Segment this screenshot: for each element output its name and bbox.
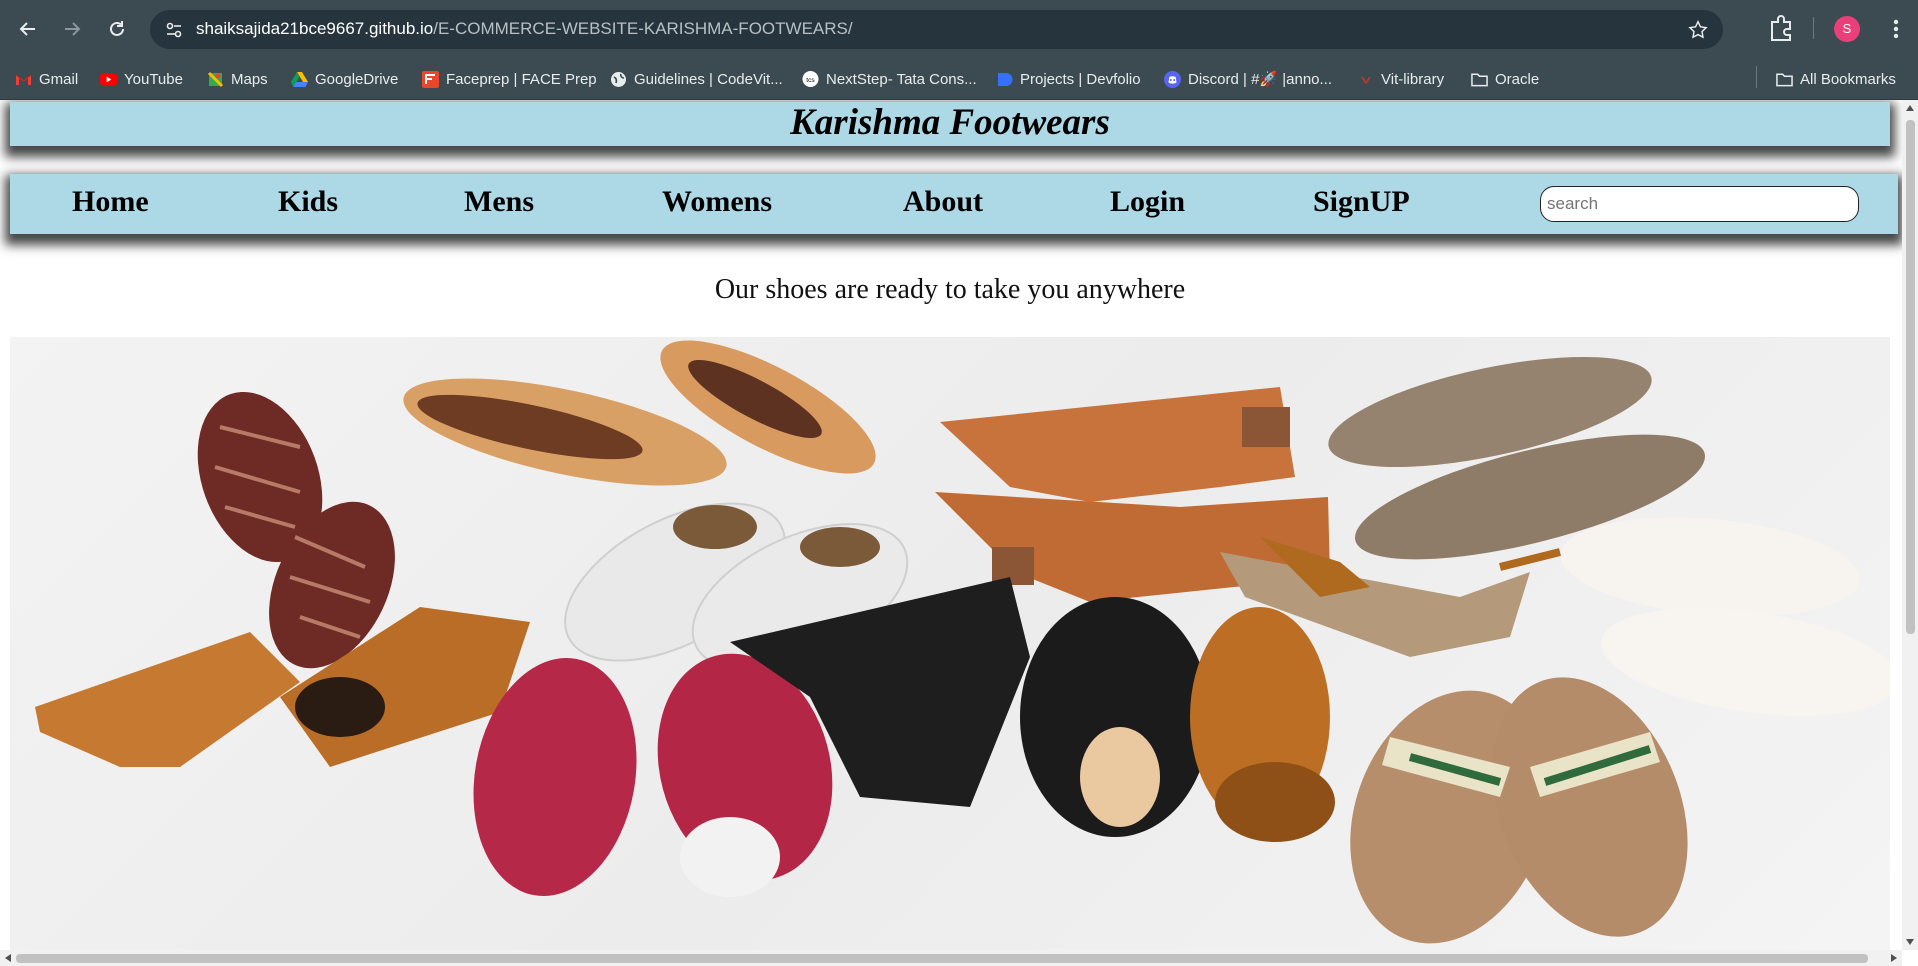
address-bar[interactable]: shaiksajida21bce9667.github.io/E-COMMERC… — [150, 10, 1723, 49]
bookmark-label: Guidelines | CodeVit... — [634, 70, 783, 88]
vit-icon — [1357, 71, 1374, 88]
toolbar-separator — [1813, 17, 1814, 39]
bookmark-discord[interactable]: Discord | #🚀 |anno... — [1164, 58, 1332, 100]
bookmark-guidelines[interactable]: Guidelines | CodeVit... — [610, 58, 783, 100]
folder-icon — [1471, 71, 1488, 88]
bookmark-nextstep[interactable]: tcs NextStep- Tata Cons... — [802, 58, 977, 100]
bookmark-label: Oracle — [1495, 70, 1540, 88]
svg-text:tcs: tcs — [806, 77, 815, 84]
tagline: Our shoes are ready to take you anywhere — [714, 274, 1186, 305]
all-bookmarks-button[interactable]: All Bookmarks — [1776, 58, 1896, 100]
shoes-illustration — [35, 340, 1890, 944]
nav-login[interactable]: Login — [1110, 182, 1185, 222]
nav-kids[interactable]: Kids — [278, 182, 338, 222]
bookmark-star-icon[interactable] — [1687, 19, 1709, 41]
reload-button[interactable] — [102, 14, 132, 44]
menu-kebab-icon[interactable] — [1884, 15, 1908, 43]
scroll-up-arrow-icon[interactable] — [1902, 100, 1918, 116]
site-title: Karishma Footwears — [790, 102, 1110, 143]
extensions-puzzle-icon[interactable] — [1768, 14, 1794, 42]
profile-avatar[interactable]: S — [1834, 16, 1860, 42]
site-info-icon[interactable] — [164, 20, 184, 40]
google-drive-icon — [291, 71, 308, 88]
nav-about[interactable]: About — [903, 182, 983, 222]
sandals-tan-bow — [1190, 607, 1335, 842]
devfolio-icon — [996, 71, 1013, 88]
slides-woven — [1350, 677, 1688, 944]
tcs-icon: tcs — [802, 70, 819, 88]
bookmark-label: GoogleDrive — [315, 70, 399, 88]
bookmark-youtube[interactable]: YouTube — [100, 58, 183, 100]
forward-arrow-icon — [65, 22, 81, 36]
heels-tan — [403, 340, 876, 486]
main-nav: Home Kids Mens Womens About Login SignUP — [10, 174, 1898, 234]
bookmark-oracle[interactable]: Oracle — [1471, 58, 1539, 100]
hero-image — [10, 337, 1890, 950]
nav-mens[interactable]: Mens — [464, 182, 534, 222]
reload-icon — [110, 21, 124, 36]
bookmark-faceprep[interactable]: Faceprep | FACE Prep — [422, 58, 597, 100]
youtube-icon — [100, 71, 117, 88]
url-text[interactable]: shaiksajida21bce9667.github.io/E-COMMERC… — [196, 19, 853, 39]
vertical-scroll-thumb[interactable] — [1906, 120, 1915, 634]
forward-button[interactable] — [57, 14, 87, 44]
nav-home[interactable]: Home — [72, 182, 149, 222]
bookmark-label: Projects | Devfolio — [1020, 70, 1141, 88]
browser-toolbar: shaiksajida21bce9667.github.io/E-COMMERC… — [0, 0, 1918, 58]
back-button[interactable] — [13, 14, 43, 44]
url-path: /E-COMMERCE-WEBSITE-KARISHMA-FOOTWEARS/ — [433, 19, 853, 38]
nav-signup[interactable]: SignUP — [1313, 182, 1410, 222]
bookmark-label: Faceprep | FACE Prep — [446, 70, 597, 88]
maps-icon — [207, 71, 224, 88]
bookmark-label: Vit-library — [1381, 70, 1445, 88]
horizontal-scroll-thumb[interactable] — [16, 954, 1868, 963]
bookmarks-separator — [1756, 66, 1757, 88]
scroll-left-arrow-icon[interactable] — [0, 950, 16, 966]
bookmark-label: Gmail — [39, 70, 79, 88]
horizontal-scrollbar[interactable] — [0, 950, 1902, 966]
nav-womens[interactable]: Womens — [662, 182, 772, 222]
bookmarks-bar: Gmail YouTube Maps GoogleDrive Faceprep … — [0, 58, 1918, 100]
faceprep-icon — [422, 70, 439, 88]
vertical-scrollbar[interactable] — [1902, 100, 1918, 950]
bookmark-label: YouTube — [124, 70, 183, 88]
bookmark-vit-library[interactable]: Vit-library — [1357, 58, 1444, 100]
gmail-icon — [15, 71, 32, 88]
bookmark-maps[interactable]: Maps — [207, 58, 268, 100]
scroll-down-arrow-icon[interactable] — [1902, 934, 1918, 950]
bookmark-label: Maps — [231, 70, 268, 88]
url-host: shaiksajida21bce9667.github.io — [196, 19, 434, 38]
bookmark-google-drive[interactable]: GoogleDrive — [291, 58, 398, 100]
search-input[interactable] — [1540, 186, 1859, 222]
site-header: Karishma Footwears — [10, 102, 1890, 146]
globe-icon — [610, 71, 627, 88]
folder-icon — [1776, 71, 1793, 88]
page-viewport: Karishma Footwears Home Kids Mens Womens… — [0, 100, 1902, 950]
bookmark-gmail[interactable]: Gmail — [15, 58, 78, 100]
bookmark-label: Discord | #🚀 |anno... — [1188, 71, 1333, 88]
all-bookmarks-label: All Bookmarks — [1800, 70, 1896, 88]
bookmark-devfolio[interactable]: Projects | Devfolio — [996, 58, 1141, 100]
discord-icon — [1164, 70, 1181, 88]
scroll-right-arrow-icon[interactable] — [1886, 950, 1902, 966]
back-arrow-icon — [19, 22, 35, 36]
bookmark-label: NextStep- Tata Cons... — [826, 70, 977, 88]
